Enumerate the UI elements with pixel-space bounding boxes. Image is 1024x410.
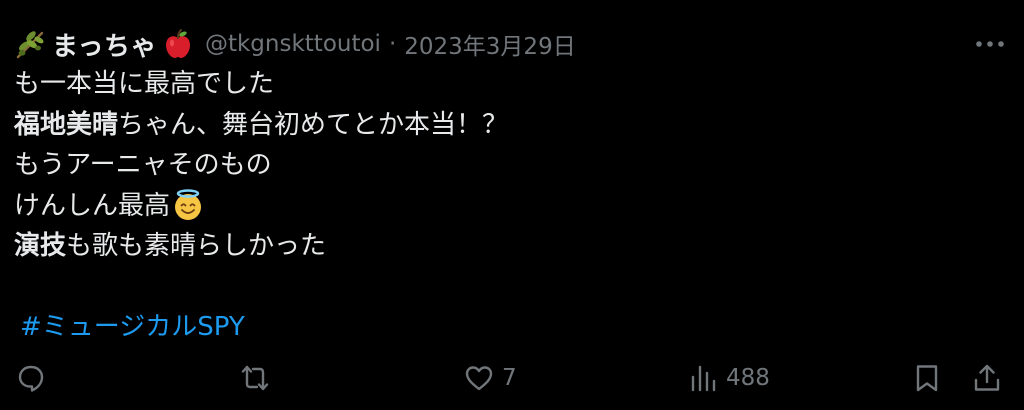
smiling-face-with-halo-emoji-icon [175,188,202,220]
separator-dot: · [388,31,397,57]
tweet-line-5-rest: も歌も素晴らしかった [66,231,327,261]
tweet-body: も一本当に最高でした 福地美晴ちゃん、舞台初めてとか本当！？ もうアーニャそのも… [14,64,994,348]
bookmark-icon [916,365,938,392]
author-display-name[interactable]: まっちゃ [52,26,157,63]
retweet-button[interactable] [240,358,270,398]
heart-icon [465,366,493,391]
tweet-line-4: けんしん最高 [14,186,994,227]
author-name-wrap[interactable]: まっちゃ @tkgnskttoutoi · 2023年3月29日 [14,26,576,63]
share-icon [974,364,1000,391]
retweet-icon [241,365,269,391]
hashtag-line: #ミュージカルSPY [14,307,994,348]
view-count: 488 [726,365,770,391]
red-apple-emoji-icon [165,29,190,58]
tweet-card[interactable]: まっちゃ @tkgnskttoutoi · 2023年3月29日 も一本当に最高… [0,0,1024,410]
tweet-line-2-rest: ちゃん、舞台初めてとか本当！？ [118,109,509,140]
tweet-line-2: 福地美晴ちゃん、舞台初めてとか本当！？ [14,105,994,146]
reply-icon [18,365,44,392]
tweet-header: まっちゃ @tkgnskttoutoi · 2023年3月29日 [14,26,1014,62]
tweet-date[interactable]: 2023年3月29日 [404,27,575,61]
highlighted-name: 福地美晴 [14,109,119,140]
tweet-line-1: も一本当に最高でした [14,69,275,99]
like-count: 7 [502,365,517,391]
bookmark-button[interactable] [912,358,942,398]
views-button[interactable]: 488 [688,358,770,398]
more-dots-icon [976,41,1004,47]
highlighted-word: 演技 [14,231,67,261]
tweet-line-4-text: けんしん最高 [14,190,171,221]
tweet-line-5: 演技も歌も素晴らしかった [14,226,994,267]
analytics-icon [691,365,716,392]
more-button[interactable] [970,26,1010,62]
hashtag-link[interactable]: #ミュージカルSPY [20,312,245,342]
action-bar: 7 488 [0,358,1024,398]
like-button[interactable]: 7 [464,358,517,398]
tweet-line-3: もうアーニャそのもの [14,150,272,180]
reply-button[interactable] [16,358,46,398]
olive-branch-emoji-icon [16,31,44,59]
share-button[interactable] [972,358,1002,398]
author-handle[interactable]: @tkgnskttoutoi [205,31,381,57]
